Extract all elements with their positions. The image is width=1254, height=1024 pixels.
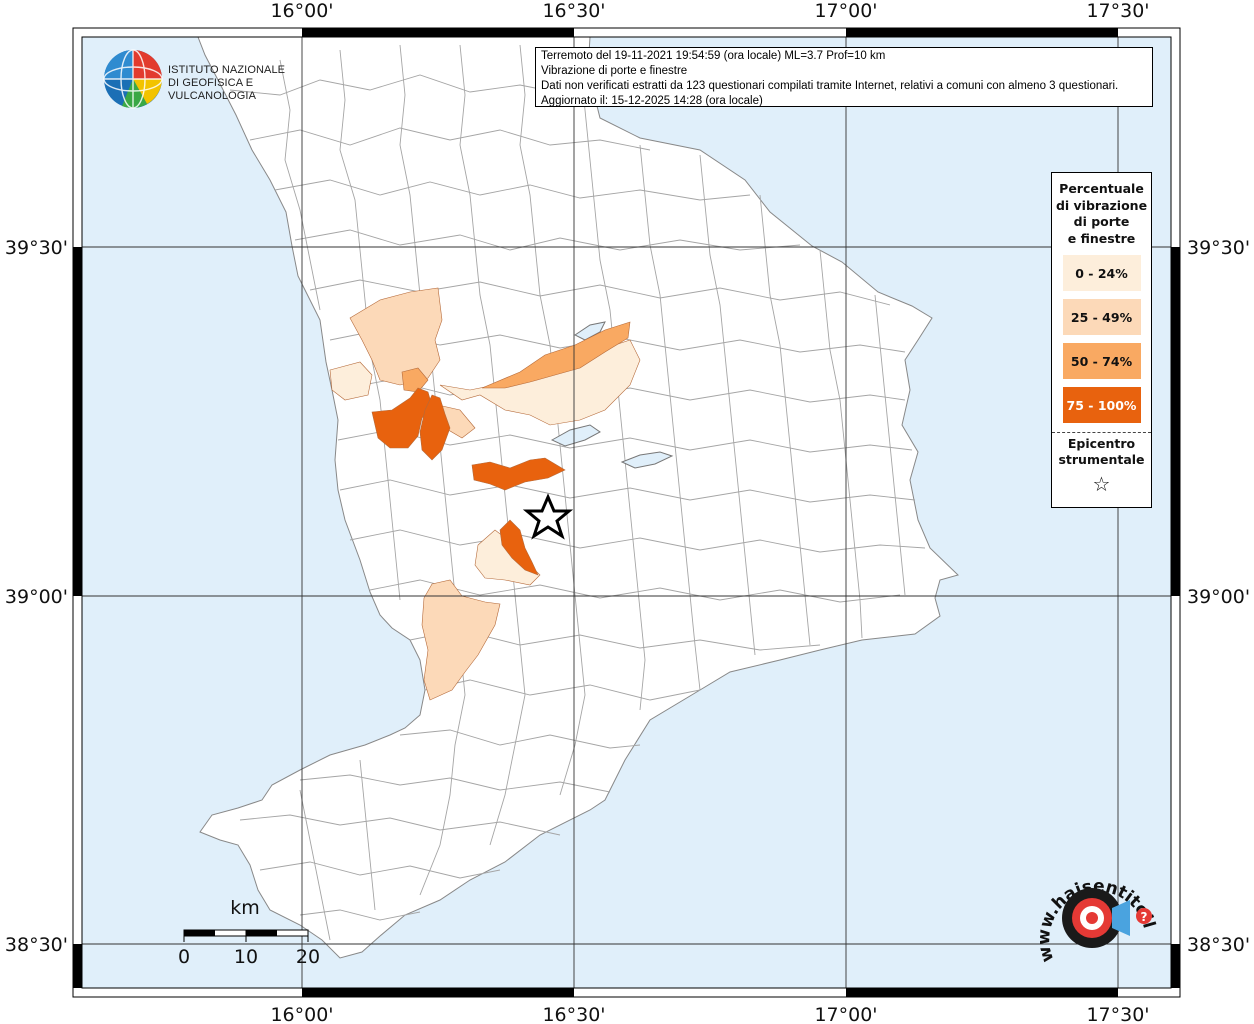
legend-title-line: e finestre — [1067, 230, 1136, 246]
bottom-label: 16°30' — [542, 1004, 605, 1024]
scale-tick: 0 — [178, 946, 190, 968]
legend-title-line: di vibrazione — [1055, 197, 1148, 213]
event-info-box: Terremoto del 19-11-2021 19:54:59 (ora l… — [535, 47, 1153, 107]
top-label: 17°30' — [1086, 0, 1149, 22]
left-label: 39°00' — [5, 586, 68, 608]
event-data-note: Dati non verificati estratti da 123 ques… — [541, 80, 1119, 92]
scale-unit: km — [230, 897, 260, 919]
top-label: 17°00' — [814, 0, 877, 22]
ingv-logo: ISTITUTO NAZIONALE DI GEOFISICA E VULCAN… — [102, 48, 312, 110]
legend-title-line: di porte — [1073, 214, 1130, 229]
event-parameter: Vibrazione di porte e finestre — [541, 65, 688, 77]
event-title: Terremoto del 19-11-2021 19:54:59 (ora l… — [541, 50, 886, 62]
haisentito-logo: www.haisentitoilterremoto.it ? — [1031, 853, 1160, 978]
target-icon: www.haisentitoilterremoto.it ? — [1031, 853, 1159, 964]
bottom-label: 17°30' — [1086, 1004, 1149, 1024]
right-label: 39°00' — [1187, 586, 1250, 608]
legend-epicenter-line: Epicentro — [1067, 436, 1136, 451]
event-updated: Aggiornato il: 15-12-2025 14:28 (ora loc… — [541, 95, 763, 107]
ingv-logo-line: DI GEOFISICA E VULCANOLOGIA — [168, 77, 257, 102]
legend-class-50-74: 50 - 74% — [1062, 343, 1141, 379]
legend: Percentuale di vibrazione di porte e fin… — [1051, 172, 1152, 508]
ingv-logo-line: ISTITUTO NAZIONALE — [168, 64, 286, 76]
left-label: 38°30' — [5, 934, 68, 956]
svg-text:?: ? — [1141, 910, 1148, 924]
legend-class-75-100: 75 - 100% — [1062, 387, 1141, 423]
legend-separator — [1052, 432, 1151, 433]
scale-tick: 20 — [296, 946, 320, 968]
legend-epicenter-line: strumentale — [1058, 452, 1145, 467]
legend-title-line: Percentuale — [1059, 181, 1144, 196]
right-label: 39°30' — [1187, 237, 1250, 259]
legend-class-0-24: 0 - 24% — [1062, 255, 1141, 291]
left-label: 39°30' — [5, 237, 68, 259]
legend-epicenter-label: Epicentro strumentale — [1052, 436, 1151, 468]
scale-tick: 10 — [234, 946, 258, 968]
legend-title: Percentuale di vibrazione di porte e fin… — [1052, 181, 1151, 247]
legend-class-25-49: 25 - 49% — [1062, 299, 1141, 335]
top-label: 16°00' — [270, 0, 333, 22]
bottom-label: 17°00' — [814, 1004, 877, 1024]
top-label: 16°30' — [542, 0, 605, 22]
right-label: 38°30' — [1187, 934, 1250, 956]
star-icon: ☆ — [1092, 472, 1111, 496]
globe-icon — [103, 49, 163, 109]
bottom-label: 16°00' — [270, 1004, 333, 1024]
